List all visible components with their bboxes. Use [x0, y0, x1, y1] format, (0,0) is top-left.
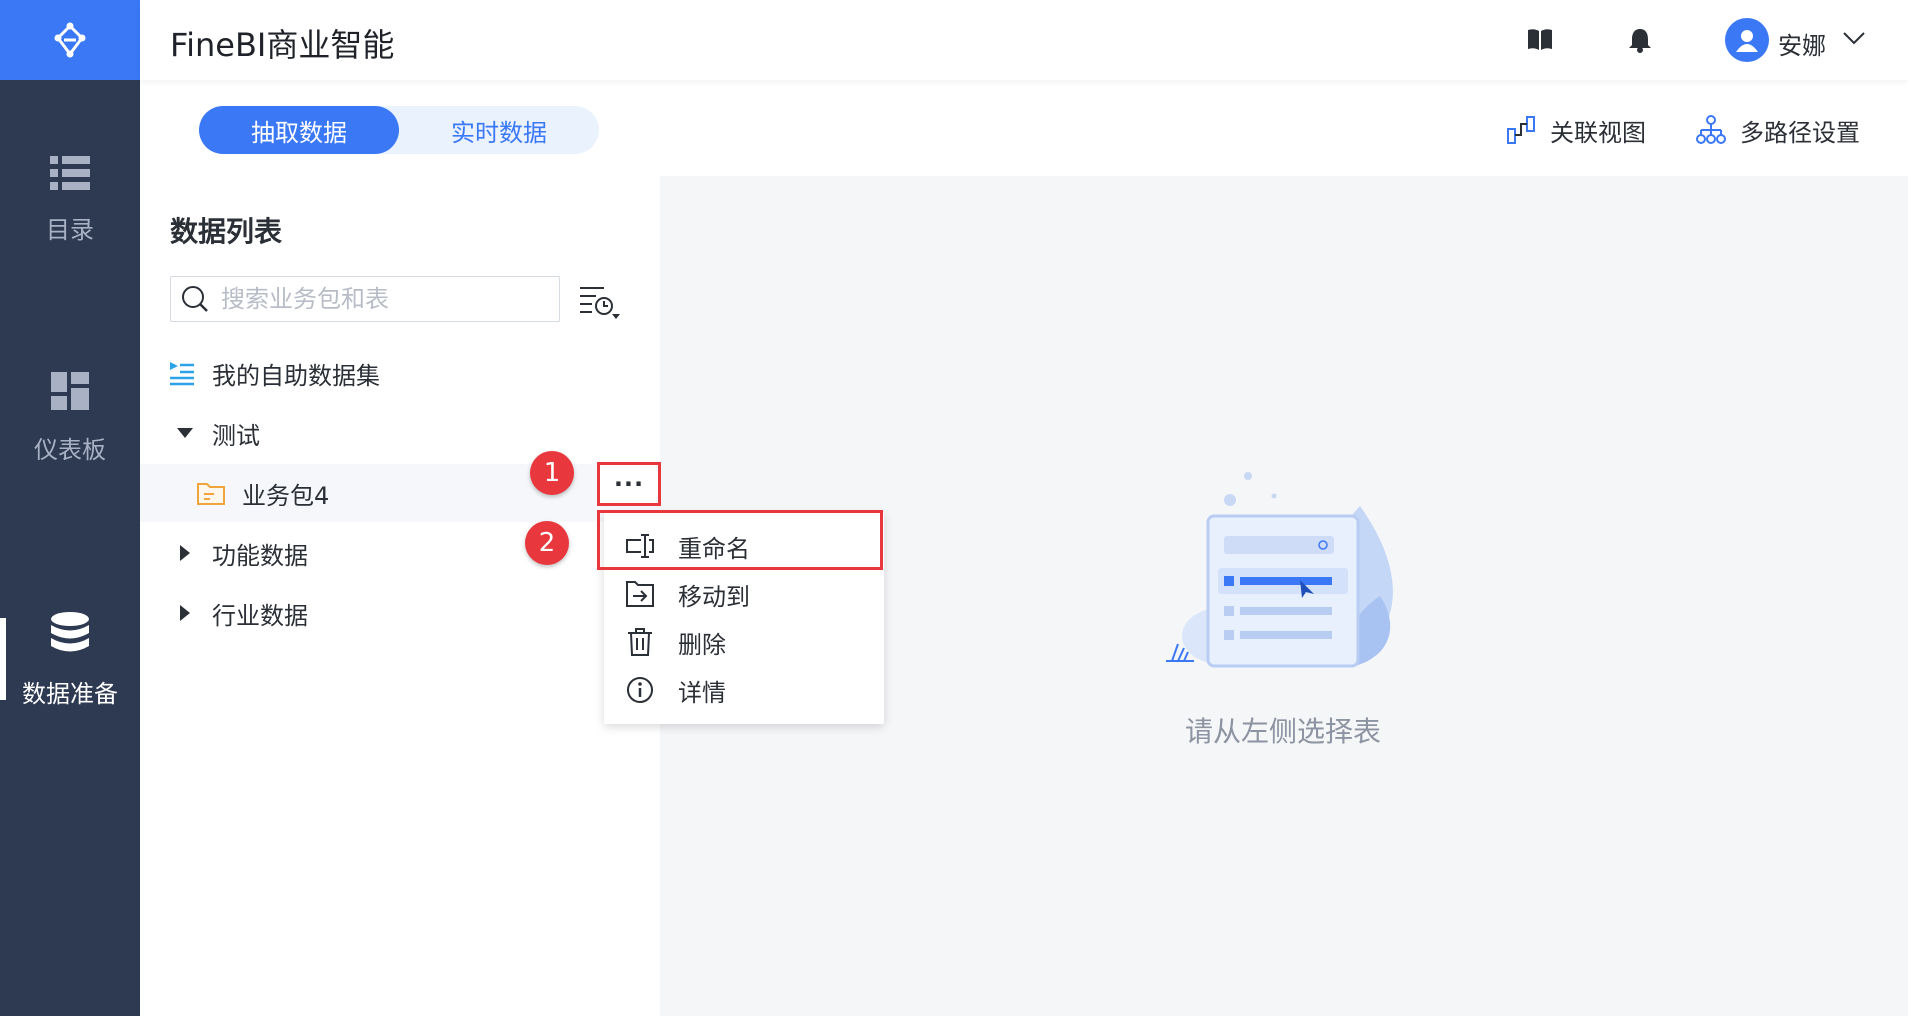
- trash-icon: [628, 628, 652, 656]
- tree-item-label: 我的自助数据集: [212, 361, 380, 390]
- nav-dashboard[interactable]: 仪表板: [0, 348, 140, 488]
- nav-catalog[interactable]: 目录: [0, 130, 140, 270]
- database-icon: [51, 611, 89, 651]
- tree-item-label: 行业数据: [212, 601, 308, 630]
- relation-view-button[interactable]: 关联视图: [1506, 110, 1646, 150]
- multipath-settings-button[interactable]: 多路径设置: [1696, 110, 1860, 150]
- app-title: FineBI商业智能: [170, 26, 395, 64]
- menu-item-move-to[interactable]: 移动到: [604, 570, 884, 618]
- empty-state-message: 请从左侧选择表: [1185, 715, 1382, 748]
- menu-item-details[interactable]: 详情: [604, 666, 884, 714]
- nav-catalog-label: 目录: [46, 215, 94, 244]
- relation-view-icon: [1507, 116, 1535, 144]
- tree-item-label: 测试: [212, 421, 260, 450]
- tree-item-label: 业务包4: [242, 481, 330, 510]
- tree-group-test[interactable]: 测试: [140, 404, 660, 462]
- multipath-settings-label: 多路径设置: [1740, 118, 1860, 147]
- more-options-button[interactable]: ···: [597, 462, 661, 506]
- book-icon: [1528, 29, 1552, 50]
- caret-right-icon: [180, 605, 190, 621]
- nav-data-prep-label: 数据准备: [22, 679, 118, 708]
- menu-item-label: 删除: [678, 630, 726, 659]
- move-icon: [626, 581, 654, 607]
- dashboard-icon: [51, 371, 89, 410]
- chevron-down-icon[interactable]: [1842, 30, 1866, 46]
- avatar[interactable]: [1725, 18, 1769, 62]
- menu-item-delete[interactable]: 删除: [604, 618, 884, 666]
- nav-data-prep[interactable]: 数据准备: [0, 590, 140, 730]
- caret-down-icon: [177, 428, 193, 438]
- menu-item-label: 详情: [678, 678, 726, 707]
- help-book-button[interactable]: [1524, 24, 1556, 56]
- app-logo[interactable]: [0, 0, 140, 80]
- search-icon: [182, 286, 208, 312]
- logo-icon: [54, 22, 86, 58]
- folder-icon: [197, 483, 225, 505]
- empty-state-illustration: [1166, 472, 1393, 668]
- user-icon: [1736, 30, 1758, 52]
- tree-item-my-datasets[interactable]: 我的自助数据集: [140, 344, 660, 402]
- search-input[interactable]: [221, 285, 541, 313]
- tree-item-package4[interactable]: 业务包4: [140, 464, 660, 522]
- nav-dashboard-label: 仪表板: [34, 435, 106, 464]
- side-nav-rail: 目录 仪表板 数据准备: [0, 0, 140, 1016]
- data-list-title: 数据列表: [170, 215, 283, 248]
- menu-item-label: 移动到: [678, 582, 750, 611]
- username[interactable]: 安娜: [1778, 26, 1826, 61]
- tab-realtime-data[interactable]: 实时数据: [399, 106, 599, 154]
- tree-item-label: 功能数据: [212, 541, 308, 570]
- relation-view-label: 关联视图: [1550, 118, 1646, 147]
- dataset-icon: [170, 362, 194, 386]
- tree-group-function-data[interactable]: 功能数据: [140, 524, 660, 582]
- sort-filter-icon[interactable]: [578, 282, 622, 322]
- notification-button[interactable]: [1624, 24, 1656, 56]
- hierarchy-icon: [1696, 115, 1726, 144]
- info-icon: [627, 677, 653, 703]
- top-header: FineBI商业智能 安娜: [140, 0, 1908, 80]
- list-icon: [50, 155, 90, 190]
- rename-highlight-box: [597, 510, 883, 570]
- search-box: [170, 276, 560, 322]
- data-mode-switch: 抽取数据 实时数据: [199, 106, 599, 154]
- caret-right-icon: [180, 545, 190, 561]
- annotation-badge-1: 1: [530, 451, 574, 495]
- tree-group-industry-data[interactable]: 行业数据: [140, 584, 660, 642]
- tab-extract-data[interactable]: 抽取数据: [199, 106, 399, 154]
- annotation-badge-2: 2: [525, 521, 569, 565]
- bell-icon: [1629, 29, 1651, 53]
